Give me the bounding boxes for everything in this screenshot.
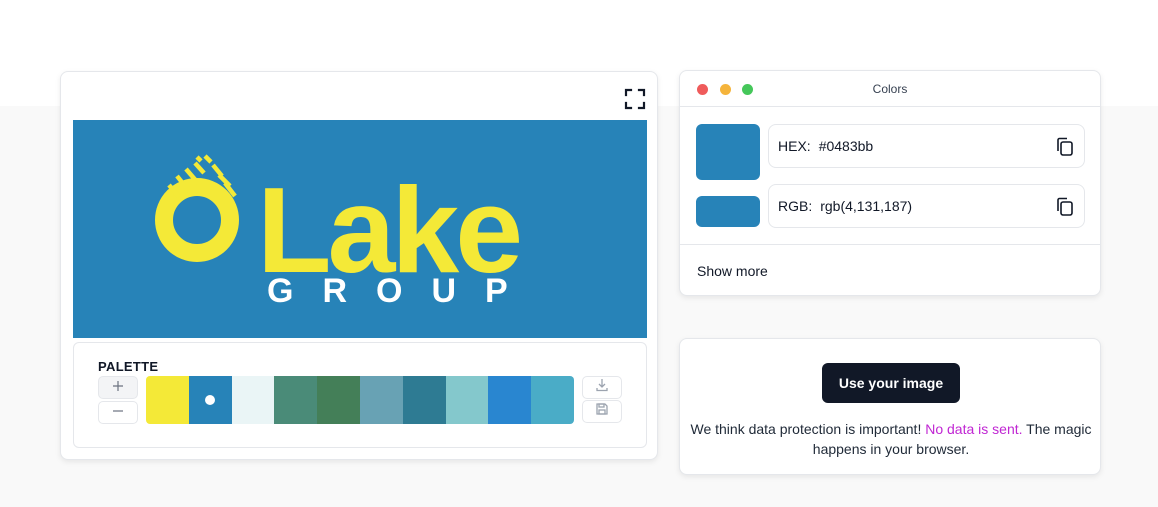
palette-swatch[interactable]	[231, 376, 275, 424]
save-palette-button[interactable]	[582, 400, 622, 423]
logo-wordmark: Lake GROUP	[257, 162, 537, 310]
privacy-text-start: We think data protection is important!	[690, 421, 926, 437]
hex-label: HEX:	[778, 138, 811, 154]
download-palette-button[interactable]	[582, 376, 622, 399]
palette-swatch[interactable]	[402, 376, 446, 424]
plus-icon	[112, 379, 124, 397]
palette-swatches	[146, 376, 574, 424]
palette-title: PALETTE	[98, 359, 159, 374]
use-your-image-button[interactable]: Use your image	[822, 363, 960, 403]
rgb-label: RGB:	[778, 198, 813, 214]
hex-value: #0483bb	[818, 138, 874, 154]
add-color-button[interactable]	[98, 376, 138, 399]
rgb-color-preview	[696, 196, 760, 227]
download-icon	[595, 378, 609, 397]
remove-color-button[interactable]	[98, 401, 138, 424]
palette-swatch[interactable]	[445, 376, 489, 424]
rgb-value-field[interactable]: RGB: rgb(4,131,187)	[768, 184, 1085, 228]
svg-text:GROUP: GROUP	[267, 272, 537, 310]
palette-swatch[interactable]	[317, 376, 360, 424]
image-card: Lake GROUP PALETTE	[60, 71, 658, 460]
hex-color-preview	[696, 124, 760, 180]
palette-swatch[interactable]	[274, 376, 318, 424]
minus-icon	[112, 404, 124, 422]
divider	[680, 244, 1100, 245]
palette-swatch[interactable]	[188, 376, 232, 424]
colors-window: Colors HEX: #0483bb RGB: rgb(4,131,187) …	[679, 70, 1101, 296]
privacy-note: We think data protection is important! N…	[690, 419, 1092, 459]
palette-swatch[interactable]	[146, 376, 189, 424]
selected-swatch-indicator	[205, 395, 216, 405]
show-more-link[interactable]: Show more	[697, 263, 768, 279]
save-icon	[595, 402, 609, 421]
upload-info-card: Use your image We think data protection …	[679, 338, 1101, 475]
hex-value-field[interactable]: HEX: #0483bb	[768, 124, 1085, 168]
fullscreen-icon[interactable]	[624, 88, 646, 110]
copy-icon[interactable]	[1054, 136, 1076, 158]
window-title: Colors	[872, 82, 908, 96]
palette-swatch[interactable]	[488, 376, 532, 424]
uploaded-image: Lake GROUP	[73, 120, 647, 338]
palette-swatch[interactable]	[359, 376, 403, 424]
copy-icon[interactable]	[1054, 196, 1076, 218]
window-titlebar: Colors	[680, 71, 1100, 107]
palette-swatch[interactable]	[531, 376, 574, 424]
no-data-sent-link[interactable]: No data is sent.	[925, 421, 1022, 437]
palette-panel: PALETTE	[73, 342, 647, 448]
rgb-value: rgb(4,131,187)	[820, 198, 913, 214]
